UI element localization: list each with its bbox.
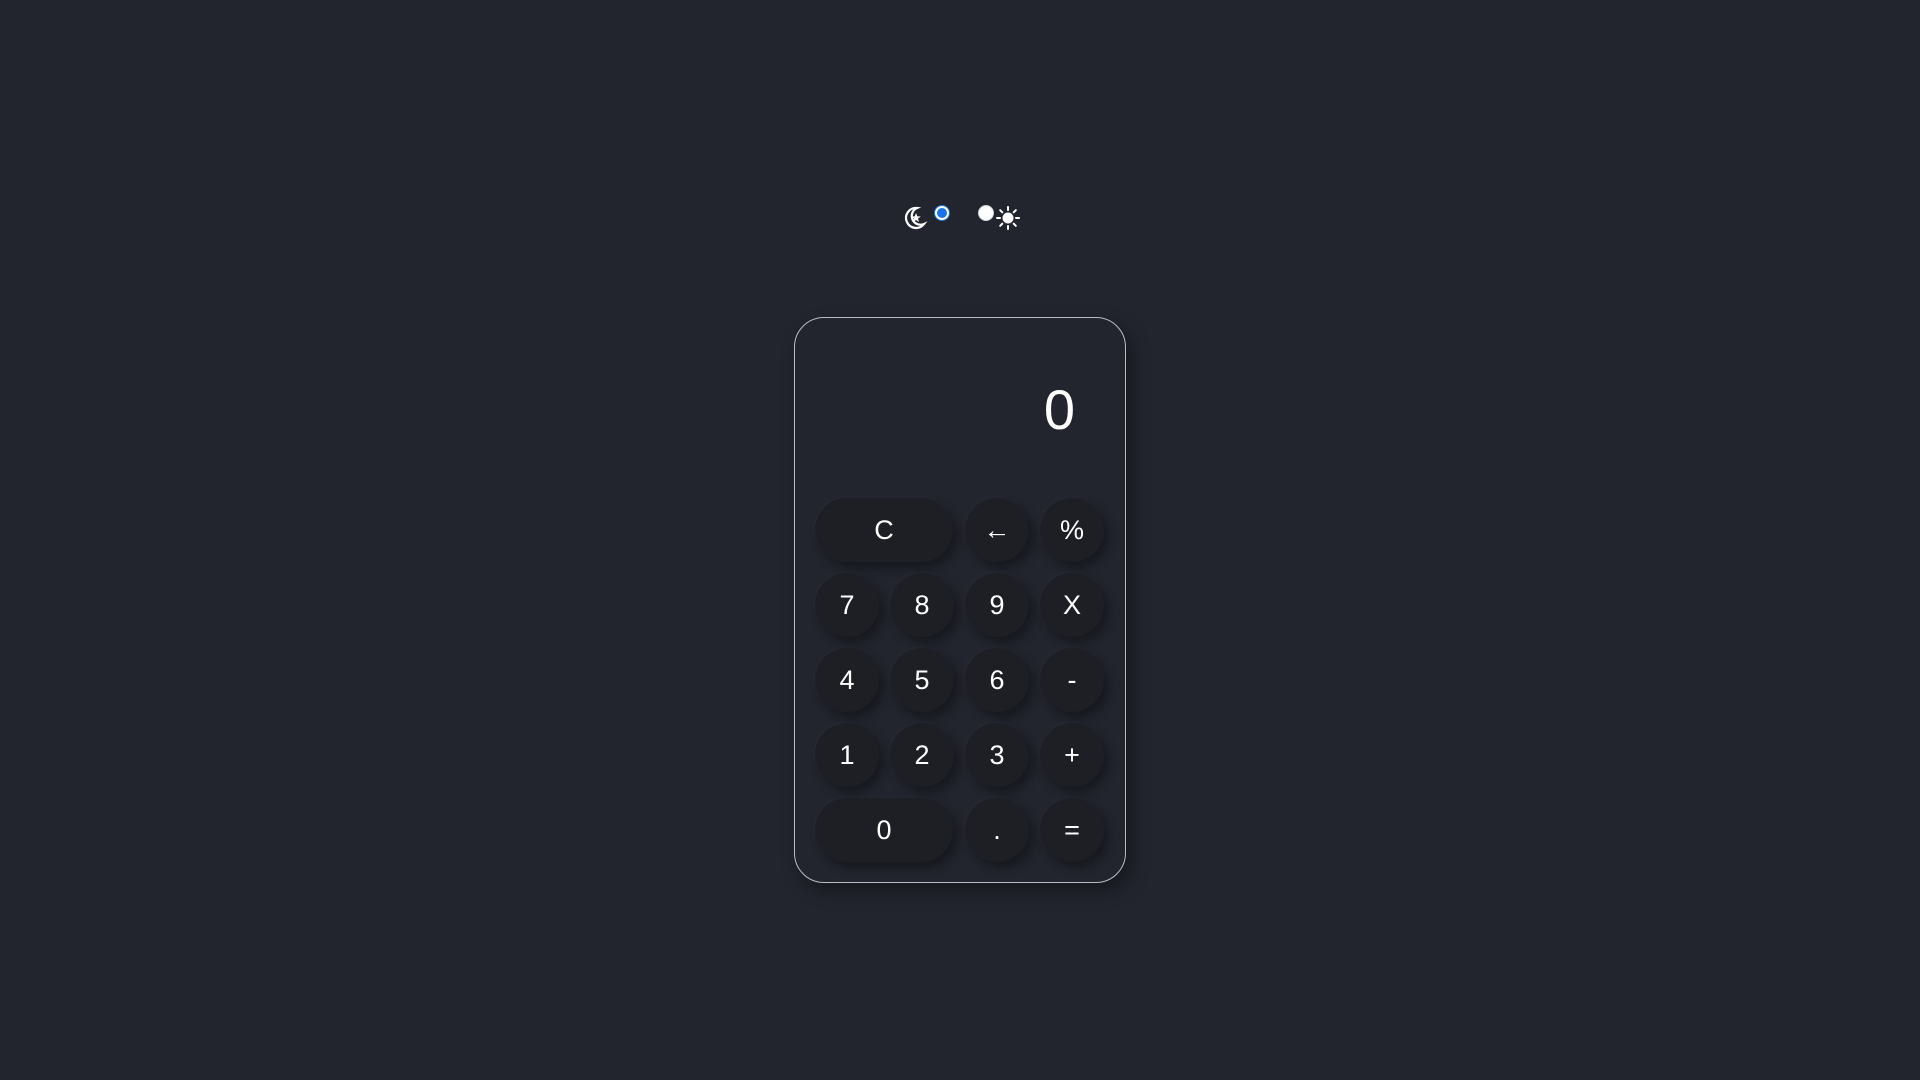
light-theme-radio[interactable] [978,205,994,221]
digit-1-button[interactable]: 1 [815,723,879,787]
digit-0-button[interactable]: 0 [815,798,953,862]
digit-3-button[interactable]: 3 [965,723,1029,787]
digit-2-button[interactable]: 2 [890,723,954,787]
digit-8-button[interactable]: 8 [890,573,954,637]
digit-5-button[interactable]: 5 [890,648,954,712]
decimal-button[interactable]: . [965,798,1029,862]
calculator: 0 C ← % 7 8 9 X 4 5 6 - 1 2 3 + 0 . = [794,317,1126,883]
plus-button[interactable]: + [1040,723,1104,787]
multiply-button[interactable]: X [1040,573,1104,637]
clear-button[interactable]: C [815,498,953,562]
calculator-display: 0 [1043,378,1075,441]
digit-9-button[interactable]: 9 [965,573,1029,637]
digit-7-button[interactable]: 7 [815,573,879,637]
sun-icon [996,206,1020,230]
equals-button[interactable]: = [1040,798,1104,862]
minus-button[interactable]: - [1040,648,1104,712]
backspace-button[interactable]: ← [965,498,1029,562]
dark-theme-radio[interactable] [934,205,950,221]
theme-toggle [900,204,1022,232]
moon-star-icon [904,206,928,229]
percent-button[interactable]: % [1040,498,1104,562]
digit-6-button[interactable]: 6 [965,648,1029,712]
digit-4-button[interactable]: 4 [815,648,879,712]
